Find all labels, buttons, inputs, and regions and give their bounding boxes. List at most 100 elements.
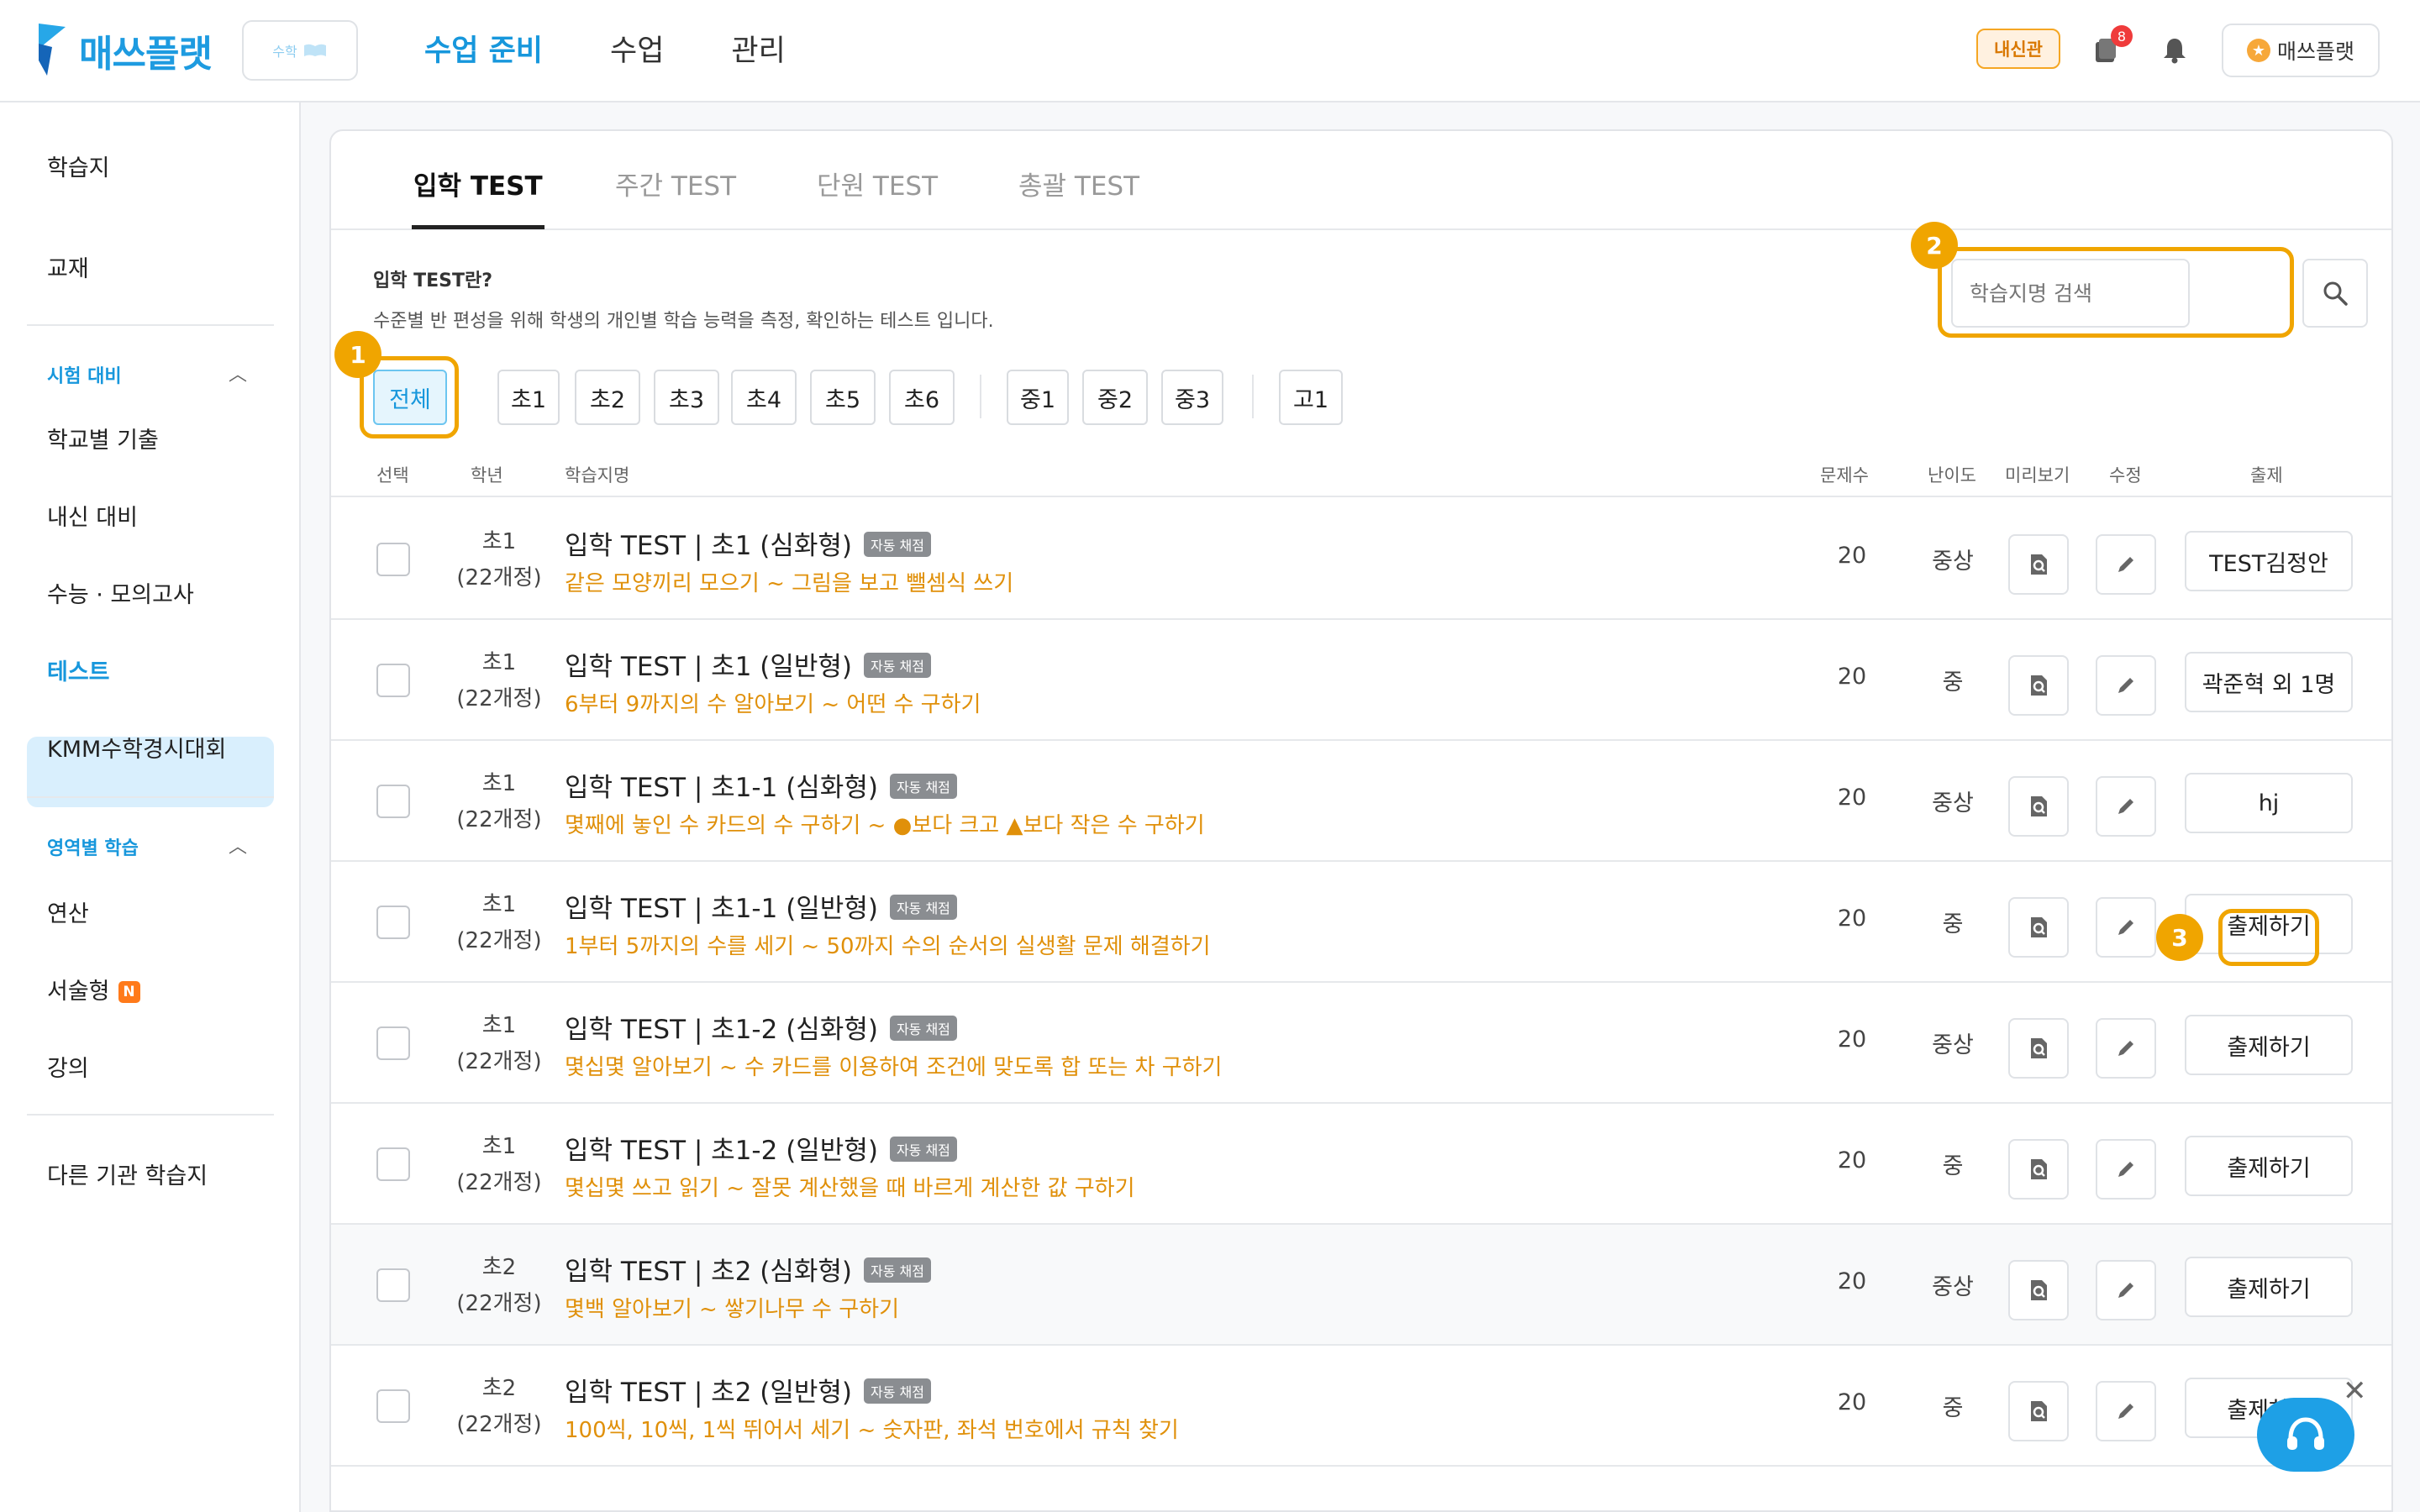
notification-button[interactable] (2156, 32, 2193, 69)
row-difficulty: 중상 (1932, 790, 1974, 816)
assign-button[interactable]: 출제하기 (2185, 1136, 2353, 1196)
table-row[interactable]: 초1 (22개정) 입학 TEST | 초1 (심화형) 자동 채점 같은 모양끼리 모… (331, 499, 2391, 620)
preview-button[interactable] (2008, 776, 2069, 837)
assign-button[interactable]: TEST김정안 (2185, 531, 2353, 591)
filter-h1[interactable]: 고1 (1279, 370, 1343, 425)
sidebar-divider (27, 324, 274, 326)
table-row[interactable]: 초1 (22개정) 입학 TEST | 초1-1 (심화형) 자동 채점 몇째에 놓인 … (331, 741, 2391, 862)
filter-e6[interactable]: 초6 (889, 370, 955, 425)
row-title[interactable]: 입학 TEST | 초1-2 (일반형) 자동 채점 (565, 1129, 957, 1167)
assign-button[interactable]: 출제하기 (2185, 1257, 2353, 1317)
edit-button[interactable] (2096, 776, 2156, 837)
row-count: 20 (1837, 1147, 1867, 1173)
row-title[interactable]: 입학 TEST | 초1-1 (심화형) 자동 채점 (565, 766, 957, 804)
row-curriculum: (22개정) (456, 928, 542, 953)
header-count: 문제수 (1820, 465, 1869, 486)
sidebar-item-other[interactable]: 다른 기관 학습지 (47, 1158, 208, 1190)
preview-button[interactable] (2008, 1018, 2069, 1079)
sidebar-section-exam[interactable]: 시험 대비 (47, 361, 122, 388)
row-title[interactable]: 입학 TEST | 초2 (심화형) 자동 채점 (565, 1250, 931, 1288)
search-button[interactable] (2302, 259, 2368, 328)
chevron-up-icon[interactable]: ︿ (229, 360, 247, 386)
edit-button[interactable] (2096, 897, 2156, 958)
row-checkbox[interactable] (376, 1026, 410, 1060)
table-row[interactable]: 초1 (22개정) 입학 TEST | 초1-2 (심화형) 자동 채점 몇십몇 알아보… (331, 983, 2391, 1104)
row-grade-level: 초2 (481, 1376, 517, 1401)
sidebar-item-test[interactable]: 테스트 (47, 654, 110, 686)
assign-button[interactable]: 곽준혁 외 1명 (2185, 652, 2353, 712)
row-checkbox[interactable] (376, 1268, 410, 1302)
table-row[interactable]: 초2 (22개정) 입학 TEST | 초2 (일반형) 자동 채점 100씩, 10씩… (331, 1346, 2391, 1467)
preview-button[interactable] (2008, 534, 2069, 595)
sidebar-item-kmm[interactable]: KMM수학경시대회 (47, 731, 226, 764)
sidebar-item-worksheets[interactable]: 학습지 (47, 150, 110, 182)
help-chat-button[interactable] (2257, 1398, 2354, 1472)
sidebar-item-textbook[interactable]: 교재 (47, 250, 89, 283)
row-checkbox[interactable] (376, 1147, 410, 1181)
subject-chip[interactable]: 수학 (242, 20, 358, 81)
edit-button[interactable] (2096, 534, 2156, 595)
row-grade: 초2 (22개정) (432, 1371, 566, 1443)
edit-button[interactable] (2096, 655, 2156, 716)
row-checkbox[interactable] (376, 906, 410, 939)
chevron-up-icon[interactable]: ︿ (229, 832, 247, 858)
nav-class-prep[interactable]: 수업 준비 (424, 27, 543, 70)
row-checkbox[interactable] (376, 1389, 410, 1423)
row-title[interactable]: 입학 TEST | 초1-1 (일반형) 자동 채점 (565, 887, 957, 925)
close-icon[interactable]: ✕ (2343, 1374, 2367, 1408)
row-subtitle: 몇째에 놓인 수 카드의 수 구하기 ~ ●보다 크고 ▲보다 작은 수 구하기 (565, 813, 1205, 838)
sidebar-item-naesin[interactable]: 내신 대비 (47, 499, 138, 532)
sidebar-item-essay[interactable]: 서술형 N (47, 973, 140, 1005)
user-menu-button[interactable]: ★ 매쓰플랫 (2222, 24, 2380, 77)
preview-button[interactable] (2008, 897, 2069, 958)
table-row[interactable]: 초1 (22개정) 입학 TEST | 초1-2 (일반형) 자동 채점 몇십몇 쓰고 … (331, 1104, 2391, 1225)
filter-m1[interactable]: 중1 (1007, 370, 1069, 425)
edit-button[interactable] (2096, 1381, 2156, 1441)
edit-button[interactable] (2096, 1018, 2156, 1079)
tab-unit-test[interactable]: 단원 TEST (817, 165, 938, 202)
row-checkbox[interactable] (376, 664, 410, 697)
row-title-text: 입학 TEST | 초1-2 (심화형) (565, 1015, 878, 1045)
filter-e5[interactable]: 초5 (810, 370, 876, 425)
filter-m3[interactable]: 중3 (1161, 370, 1223, 425)
message-button[interactable]: 8 (2087, 25, 2133, 69)
preview-button[interactable] (2008, 1260, 2069, 1320)
filter-e4[interactable]: 초4 (731, 370, 797, 425)
sidebar-item-school-past[interactable]: 학교별 기출 (47, 422, 159, 454)
filter-e2[interactable]: 초2 (575, 370, 640, 425)
sidebar-item-calc[interactable]: 연산 (47, 895, 89, 928)
sidebar-divider (27, 1114, 274, 1116)
row-title-text: 입학 TEST | 초2 (일반형) (565, 1378, 853, 1408)
sidebar-section-area[interactable]: 영역별 학습 (47, 833, 139, 860)
row-grade-level: 초1 (481, 892, 517, 917)
logo[interactable]: 매쓰플랫 (35, 24, 213, 77)
table-row[interactable]: 초1 (22개정) 입학 TEST | 초1 (일반형) 자동 채점 6부터 9까지의 … (331, 620, 2391, 741)
table-row[interactable]: 초1 (22개정) 입학 TEST | 초1-1 (일반형) 자동 채점 1부터 5까지… (331, 862, 2391, 983)
filter-m2[interactable]: 중2 (1082, 370, 1148, 425)
tab-entrance-test[interactable]: 입학 TEST (413, 165, 543, 202)
row-title[interactable]: 입학 TEST | 초1-2 (심화형) 자동 채점 (565, 1008, 957, 1046)
row-checkbox[interactable] (376, 785, 410, 818)
edit-button[interactable] (2096, 1139, 2156, 1200)
nav-class[interactable]: 수업 (610, 27, 664, 70)
row-title[interactable]: 입학 TEST | 초1 (일반형) 자동 채점 (565, 645, 931, 683)
preview-button[interactable] (2008, 1381, 2069, 1441)
tab-total-test[interactable]: 총괄 TEST (1018, 165, 1139, 202)
preview-button[interactable] (2008, 1139, 2069, 1200)
preview-button[interactable] (2008, 655, 2069, 716)
filter-e1[interactable]: 초1 (497, 370, 560, 425)
nav-manage[interactable]: 관리 (731, 27, 785, 70)
naesin-tag[interactable]: 내신관 (1976, 29, 2060, 69)
row-checkbox[interactable] (376, 543, 410, 576)
row-title[interactable]: 입학 TEST | 초1 (심화형) 자동 채점 (565, 524, 931, 562)
sidebar-item-suneung[interactable]: 수능 · 모의고사 (47, 576, 194, 609)
row-title[interactable]: 입학 TEST | 초2 (일반형) 자동 채점 (565, 1371, 931, 1409)
filter-e3[interactable]: 초3 (654, 370, 719, 425)
tab-weekly-test[interactable]: 주간 TEST (615, 165, 736, 202)
edit-button[interactable] (2096, 1260, 2156, 1320)
assign-button[interactable]: hj (2185, 773, 2353, 833)
table-row[interactable]: 초2 (22개정) 입학 TEST | 초2 (심화형) 자동 채점 몇백 알아보기 ~… (331, 1225, 2391, 1346)
sidebar-item-lecture[interactable]: 강의 (47, 1050, 89, 1083)
row-title-text: 입학 TEST | 초1-1 (일반형) (565, 894, 878, 924)
assign-button[interactable]: 출제하기 (2185, 1015, 2353, 1075)
